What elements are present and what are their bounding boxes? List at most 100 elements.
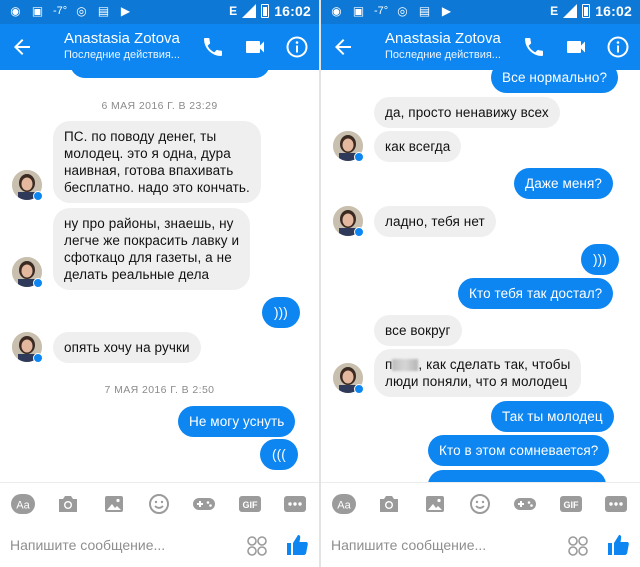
message-text: ПС. по поводу денег, ты [64,129,217,144]
message-bubble-incoming[interactable]: п, как сделать так, чтобы люди поняли, ч… [374,349,582,397]
message-bubble-outgoing[interactable]: Так ты молодец [491,401,614,432]
right-screen: ◉ ▣ -7° ◎ ▤ ▶ E 16:02 Anastasia Zotova П… [321,0,640,567]
message-input[interactable] [10,537,220,553]
contact-name: Anastasia Zotova [385,30,501,47]
image-notification-icon: ▣ [352,4,365,18]
contact-title[interactable]: Anastasia Zotova Последние действия... [385,30,501,61]
whatsapp-icon: ◉ [10,4,21,18]
gif-icon[interactable]: GIF [238,493,262,515]
message-bubble-outgoing[interactable]: ))) [581,244,619,275]
sticker-icon[interactable] [247,536,267,556]
timestamp: 7 МАЯ 2016 Г. В 2:50 [104,384,215,396]
games-icon[interactable] [192,493,216,515]
message-bubble-incoming[interactable]: все вокруг [374,315,462,346]
network-type: E [229,4,238,18]
message-text: Так ты молодец [502,409,603,424]
back-arrow-icon[interactable] [331,35,355,59]
composer [321,524,640,567]
gif-icon[interactable]: GIF [559,493,583,515]
temperature-label: -7° [374,5,389,17]
censor-blur [392,359,419,372]
svg-text:Aa: Aa [16,500,30,512]
message-list[interactable]: Все нормально? да, просто ненавижу всех … [321,70,640,482]
messenger-badge-icon [354,384,364,394]
message-bubble-incoming[interactable]: как всегда [374,131,462,162]
gallery-icon[interactable] [102,493,126,515]
message-bubble-incoming[interactable]: ну про районы, знаешь, ну легче же покра… [53,208,251,290]
info-icon[interactable] [606,35,630,59]
camera-icon[interactable] [56,493,80,515]
message-bubble-outgoing[interactable]: Кто в этом сомневается? [428,435,610,466]
message-text: ((( [272,447,286,462]
back-arrow-icon[interactable] [10,35,34,59]
message-text: Кто тебя так достал? [469,286,603,301]
svg-text:Aa: Aa [337,500,351,512]
message-bubble-outgoing[interactable] [428,470,606,482]
message-bubble-outgoing[interactable] [70,70,270,78]
emoji-icon[interactable] [147,493,171,515]
more-icon[interactable] [604,493,628,515]
phone-icon[interactable] [522,35,546,59]
message-text: как всегда [385,139,451,154]
message-bubble-incoming[interactable]: ладно, тебя нет [374,206,496,237]
youtube-icon: ▶ [441,4,452,18]
info-icon[interactable] [285,35,309,59]
status-bar: ◉ ▣ -7° ◎ ▤ ▶ E 16:02 [321,0,640,24]
chat-header: Anastasia Zotova Последние действия... [321,24,640,70]
message-text: п, как сделать так, чтобы [385,357,571,372]
contact-status: Последние действия... [64,49,180,61]
battery-icon [582,4,591,18]
message-text: Даже меня? [525,176,603,191]
more-icon[interactable] [283,493,307,515]
sticker-icon[interactable] [568,536,588,556]
composer [0,524,319,567]
message-text: Не могу уснуть [189,414,285,429]
message-bubble-outgoing[interactable]: ))) [262,297,300,328]
message-bubble-incoming[interactable]: да, просто ненавижу всех [374,97,560,128]
message-input[interactable] [331,537,541,553]
messenger-badge-icon [33,278,43,288]
clock: 16:02 [274,3,311,19]
telegram-icon: ◎ [397,4,408,18]
message-bubble-incoming[interactable]: опять хочу на ручки [53,332,201,363]
thumbs-up-icon[interactable] [606,533,630,557]
camera-icon[interactable] [377,493,401,515]
chat-header: Anastasia Zotova Последние действия... [0,24,319,70]
battery-icon [261,4,270,18]
message-text: молодец. это я одна, дура [64,146,231,161]
message-list[interactable]: 6 МАЯ 2016 Г. В 23:29 ПС. по поводу дене… [0,70,319,482]
message-text: легче же покрасить лавку и [64,233,240,248]
text-format-icon[interactable]: Aa [11,493,35,515]
phone-icon[interactable] [201,35,225,59]
signal-icon [242,4,257,18]
message-bubble-outgoing[interactable]: Не могу уснуть [178,406,296,437]
message-text: бесплатно. надо это кончать. [64,180,250,195]
message-bubble-outgoing[interactable]: ((( [260,439,298,470]
text-format-icon[interactable]: Aa [332,493,356,515]
message-bubble-outgoing[interactable]: Даже меня? [514,168,614,199]
gallery-icon[interactable] [423,493,447,515]
contact-title[interactable]: Anastasia Zotova Последние действия... [64,30,180,61]
message-text: наивная, готова впахивать [64,163,234,178]
telegram-icon: ◎ [76,4,87,18]
status-bar: ◉ ▣ -7° ◎ ▤ ▶ E 16:02 [0,0,319,24]
message-text: все вокруг [385,323,451,338]
contact-status: Последние действия... [385,49,501,61]
message-bubble-incoming[interactable]: ПС. по поводу денег, ты молодец. это я о… [53,121,261,203]
message-text: Кто в этом сомневается? [439,443,599,458]
video-call-icon[interactable] [564,35,588,59]
thumbs-up-icon[interactable] [285,533,309,557]
composer-toolbar: Aa GIF [0,482,319,524]
message-text: ))) [593,252,607,267]
composer-toolbar: Aa GIF [321,482,640,524]
clock: 16:02 [595,3,632,19]
message-text: сфоткацо для газеты, а не [64,250,232,265]
message-text: люди поняли, что я молодец [385,374,568,389]
video-call-icon[interactable] [243,35,267,59]
emoji-icon[interactable] [468,493,492,515]
message-text: ладно, тебя нет [385,214,485,229]
games-icon[interactable] [513,493,537,515]
message-text: делать реальные дела [64,267,210,282]
message-bubble-outgoing[interactable]: Кто тебя так достал? [458,278,614,309]
message-bubble-outgoing[interactable]: Все нормально? [491,70,619,93]
